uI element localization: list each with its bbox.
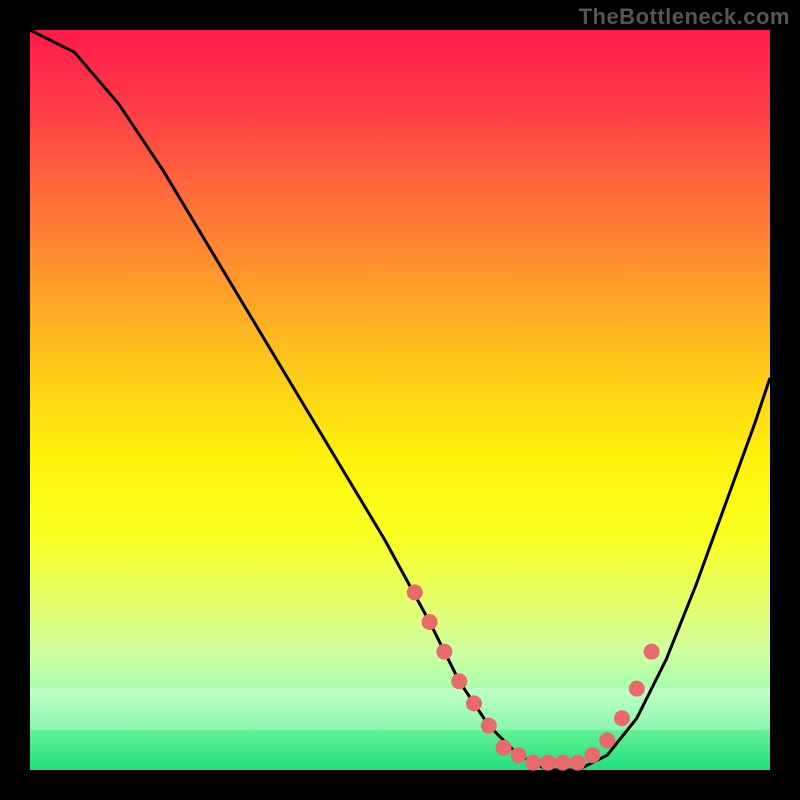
curve-svg bbox=[30, 30, 770, 770]
marker-dot bbox=[599, 732, 615, 748]
curve-markers bbox=[407, 584, 660, 770]
marker-dot bbox=[555, 755, 571, 771]
marker-dot bbox=[584, 747, 600, 763]
marker-dot bbox=[422, 614, 438, 630]
marker-dot bbox=[525, 755, 541, 771]
marker-dot bbox=[451, 673, 467, 689]
marker-dot bbox=[644, 644, 660, 660]
marker-dot bbox=[436, 644, 452, 660]
marker-dot bbox=[481, 718, 497, 734]
watermark-text: TheBottleneck.com bbox=[579, 4, 790, 30]
marker-dot bbox=[629, 681, 645, 697]
marker-dot bbox=[407, 584, 423, 600]
plot-area bbox=[30, 30, 770, 770]
marker-dot bbox=[614, 710, 630, 726]
marker-dot bbox=[496, 740, 512, 756]
marker-dot bbox=[510, 747, 526, 763]
chart-container: TheBottleneck.com bbox=[0, 0, 800, 800]
bottleneck-curve bbox=[30, 30, 770, 770]
marker-dot bbox=[570, 755, 586, 771]
marker-dot bbox=[540, 755, 556, 771]
marker-dot bbox=[466, 695, 482, 711]
